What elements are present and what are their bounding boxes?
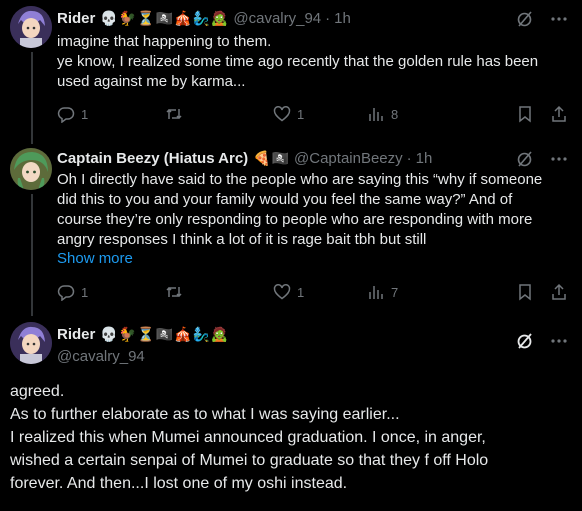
tweet[interactable]: Rider 💀🐓⏳🏴‍☠️🎪🧞‍♂️🧟 @cavalry_94 · 1h ima… [0,0,582,140]
like-button[interactable]: 1 [273,105,333,123]
share-icon [550,283,568,301]
retweet-icon [165,105,183,123]
avatar[interactable] [10,6,52,48]
like-count: 1 [297,284,305,300]
timestamp[interactable]: 1h [416,150,433,167]
tweet[interactable]: Captain Beezy (Hiatus Arc) 🍕🏴‍☠️ @Captai… [0,140,582,316]
like-icon [273,283,291,301]
header-icons [516,150,568,168]
view-count: 8 [391,106,399,122]
reply-button[interactable]: 1 [57,283,117,301]
tweet-text-line: agreed. [10,383,65,400]
avatar[interactable] [10,148,52,190]
name-emojis: 🍕🏴‍☠️ [253,149,291,166]
reply-count: 1 [81,284,89,300]
tweet-text-line: As to further elaborate as to what I was… [10,406,400,423]
tweet-actions: 1 1 7 [57,282,568,302]
tweet-text-line: angry responses I think a lot of it is r… [57,231,427,248]
tweet-text-line: wished a certain senpai of Mumei to grad… [10,452,489,469]
display-name[interactable]: Captain Beezy (Hiatus Arc) [57,150,248,167]
tweet-text-line: ye know, I realized some time ago recent… [57,53,539,70]
tweet-actions: 1 1 8 [57,104,568,124]
name-emojis: 💀🐓⏳🏴‍☠️🎪🧞‍♂️🧟 [100,325,230,342]
tweet-header: Captain Beezy (Hiatus Arc) 🍕🏴‍☠️ @Captai… [57,148,432,168]
tweet-text-line: used against me by karma... [57,73,246,90]
focused-tweet[interactable]: Rider 💀🐓⏳🏴‍☠️🎪🧞‍♂️🧟 @cavalry_94 agreed. … [0,316,582,511]
display-name[interactable]: Rider [57,10,95,27]
more-icon[interactable] [550,332,568,350]
more-icon[interactable] [550,10,568,28]
header-icons [516,332,568,350]
grok-icon[interactable] [516,10,534,28]
view-count: 7 [391,284,399,300]
like-button[interactable]: 1 [273,283,333,301]
bookmark-button[interactable] [516,283,534,301]
views-icon [367,283,385,301]
share-button[interactable] [550,105,568,123]
grok-icon[interactable] [516,150,534,168]
views-button[interactable]: 7 [367,283,427,301]
share-icon [550,105,568,123]
header-icons [516,10,568,28]
tweet-text: imagine that happening to them. ye know,… [57,32,569,92]
like-count: 1 [297,106,305,122]
tweet-text: agreed. As to further elaborate as to wh… [10,380,570,495]
separator-dot: · [406,149,412,167]
tweet-text: Oh I directly have said to the people wh… [57,170,569,250]
tweet-text-line: I realized this when Mumei announced gra… [10,429,486,446]
bookmark-icon [516,283,534,301]
separator-dot: · [325,9,331,27]
bookmark-icon [516,105,534,123]
reply-count: 1 [81,106,89,122]
reply-icon [57,105,75,123]
like-icon [273,105,291,123]
tweet-text-line: course they’re only responding to people… [57,211,533,228]
name-emojis: 💀🐓⏳🏴‍☠️🎪🧞‍♂️🧟 [100,9,230,26]
tweet-header: Rider 💀🐓⏳🏴‍☠️🎪🧞‍♂️🧟 [57,324,229,344]
avatar[interactable] [10,322,52,364]
tweet-text-line: did this to you and your family would yo… [57,191,513,208]
display-name[interactable]: Rider [57,326,95,343]
tweet-header: Rider 💀🐓⏳🏴‍☠️🎪🧞‍♂️🧟 @cavalry_94 · 1h [57,8,351,28]
tweet-text-line: Oh I directly have said to the people wh… [57,171,543,188]
handle[interactable]: @cavalry_94 [57,348,145,365]
handle[interactable]: @CaptainBeezy [294,150,403,167]
retweet-button[interactable] [165,105,225,123]
handle-row: @cavalry_94 [57,346,145,366]
retweet-icon [165,283,183,301]
views-button[interactable]: 8 [367,105,427,123]
retweet-button[interactable] [165,283,225,301]
share-button[interactable] [550,283,568,301]
tweet-text-line: imagine that happening to them. [57,33,272,50]
reply-icon [57,283,75,301]
more-icon[interactable] [550,150,568,168]
handle[interactable]: @cavalry_94 [233,10,321,27]
grok-icon[interactable] [516,332,534,350]
show-more-link[interactable]: Show more [57,250,133,267]
timestamp[interactable]: 1h [334,10,351,27]
reply-button[interactable]: 1 [57,105,117,123]
bookmark-button[interactable] [516,105,534,123]
views-icon [367,105,385,123]
tweet-text-line: forever. And then...I lost one of my osh… [10,475,348,492]
